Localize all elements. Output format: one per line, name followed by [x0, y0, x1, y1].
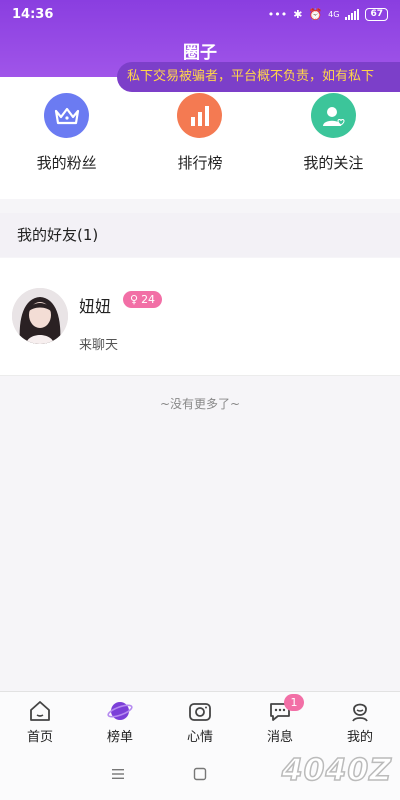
- tab-mine-label: 我的: [346, 730, 373, 745]
- bottom-tab-bar: 首页 榜单 心情 1 消息 我的: [0, 691, 400, 747]
- bar-chart-icon: [177, 93, 223, 138]
- square-home-icon: [193, 767, 207, 780]
- signal-icon: [345, 8, 360, 20]
- tab-mine[interactable]: 我的: [320, 692, 400, 747]
- menu-nav-button[interactable]: [88, 747, 148, 800]
- unread-badge: 1: [284, 694, 304, 711]
- tab-home-label: 首页: [26, 730, 53, 745]
- friend-name: 妞妞: [79, 297, 112, 316]
- menu-icon: [112, 768, 124, 779]
- list-end-text: ~没有更多了~: [159, 397, 241, 411]
- female-icon: ♀: [130, 293, 139, 306]
- avatar[interactable]: [12, 288, 68, 344]
- home-icon: [30, 701, 50, 721]
- user-heart-icon: [310, 93, 356, 138]
- more-dots-icon: •••: [267, 7, 288, 21]
- tab-mood-label: 心情: [186, 730, 213, 745]
- my-following-button[interactable]: 我的关注: [267, 77, 400, 199]
- tab-messages[interactable]: 1 消息: [240, 692, 320, 747]
- watermark-logo: 4040Z: [281, 752, 392, 789]
- my-fans-button[interactable]: 我的粉丝: [0, 77, 133, 199]
- tab-ranking[interactable]: 榜单: [80, 692, 160, 747]
- gender-age-badge: ♀ 24: [123, 291, 163, 308]
- friends-section-title: 我的好友(1): [0, 213, 400, 257]
- tab-ranking-label: 榜单: [106, 730, 133, 745]
- quick-menu: 我的粉丝 排行榜 我的关注: [0, 77, 400, 199]
- friend-message: 来聊天: [79, 338, 119, 353]
- page-title: 圈子: [183, 43, 217, 63]
- crown-icon: [44, 93, 90, 138]
- profile-icon: [352, 703, 368, 722]
- age-value: 24: [141, 293, 156, 306]
- network-type: 4G: [328, 9, 340, 19]
- alarm-icon: ⏰: [308, 7, 323, 21]
- tab-mood[interactable]: 心情: [160, 692, 240, 747]
- status-bar: 14:36 ••• ✱ ⏰ 4G 67: [0, 0, 400, 28]
- bluetooth-icon: ✱: [293, 7, 303, 21]
- my-fans-label: 我的粉丝: [36, 154, 97, 172]
- ranking-label: 排行榜: [177, 154, 223, 172]
- my-following-label: 我的关注: [303, 154, 364, 172]
- tab-messages-label: 消息: [266, 730, 293, 745]
- ranking-button[interactable]: 排行榜: [133, 77, 266, 199]
- friend-list-item[interactable]: 妞妞 ♀ 24 来聊天: [0, 258, 400, 376]
- watermark-text: 4040Z: [281, 752, 392, 789]
- status-icons: ••• ✱ ⏰ 4G 67: [267, 7, 388, 21]
- notice-marquee: 私下交易被骗者，平台概不负责，如有私下: [117, 62, 400, 92]
- home-nav-button[interactable]: [170, 747, 230, 800]
- camera-icon: [189, 703, 211, 721]
- battery-indicator: 67: [365, 7, 388, 21]
- status-time: 14:36: [12, 6, 54, 22]
- tab-home[interactable]: 首页: [0, 692, 80, 747]
- planet-icon: [107, 702, 133, 720]
